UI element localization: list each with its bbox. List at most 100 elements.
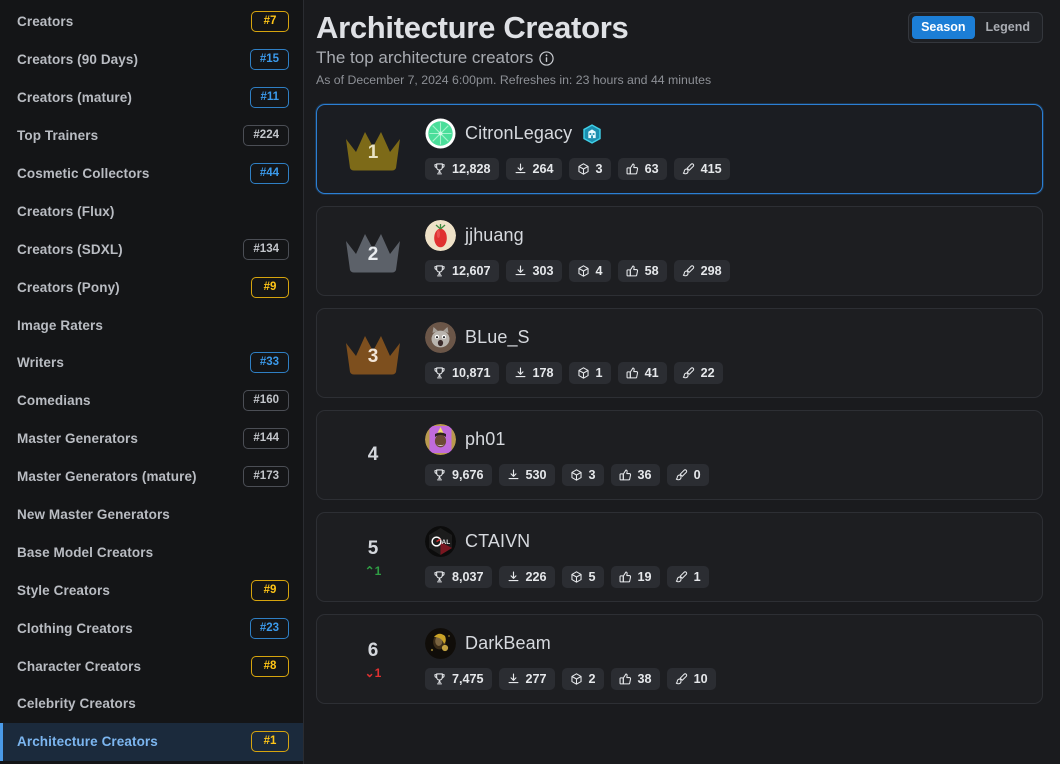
stat-chip-models: 3 <box>561 464 604 486</box>
stat-value: 3 <box>588 468 596 482</box>
rank-number: 6 <box>367 639 379 661</box>
brush-icon <box>682 366 695 380</box>
sidebar-item-writers[interactable]: Writers #33 <box>0 344 303 382</box>
rank-number: 4 <box>367 444 379 465</box>
info-icon[interactable] <box>539 50 554 66</box>
stat-chip-likes: 63 <box>617 158 667 180</box>
leaderboard-row[interactable]: 3 BLue_S 10,871 178 1 41 22 <box>316 308 1043 398</box>
stat-chip-downloads: 178 <box>505 362 562 384</box>
download-icon <box>514 162 527 176</box>
cube-icon <box>570 570 583 584</box>
sidebar-rank-badge: #7 <box>251 11 289 33</box>
sidebar-item-base-model-creators[interactable]: Base Model Creators <box>0 533 303 571</box>
stat-chip-models: 4 <box>568 260 611 282</box>
sidebar-item-label: Creators (90 Days) <box>17 52 139 68</box>
sidebar-item-style-creators[interactable]: Style Creators #9 <box>0 571 303 609</box>
sidebar-item-comedians[interactable]: Comedians #160 <box>0 382 303 420</box>
toggle-season-button[interactable]: Season <box>912 16 975 39</box>
sidebar-item-architecture-creators[interactable]: Architecture Creators #1 <box>0 722 303 761</box>
stat-chip-score: 7,475 <box>425 668 492 690</box>
creator-username[interactable]: ph01 <box>465 429 505 450</box>
avatar[interactable] <box>425 220 456 251</box>
sidebar-item-label: Creators (Flux) <box>17 203 115 219</box>
stat-value: 7,475 <box>452 672 484 686</box>
thumbs-up-icon <box>619 468 632 482</box>
sidebar-item-creators-90-days[interactable]: Creators (90 Days) #15 <box>0 41 303 79</box>
sidebar-item-label: Cosmetic Collectors <box>17 166 150 181</box>
stat-value: 1 <box>693 570 701 584</box>
sidebar-item-creators-mature[interactable]: Creators (mature) #11 <box>0 79 303 117</box>
sidebar-item-label: Celebrity Creators <box>17 696 136 712</box>
stat-value: 22 <box>700 366 715 380</box>
stat-value: 303 <box>532 264 554 278</box>
sidebar-item-master-generators-mature[interactable]: Master Generators (mature) #173 <box>0 458 303 496</box>
leaderboard-row[interactable]: 4 ph01 9,676 530 3 36 0 <box>316 410 1043 500</box>
avatar[interactable] <box>425 118 456 149</box>
creator-username[interactable]: CTAIVN <box>465 531 530 552</box>
stat-chip-group: 12,828 264 3 63 415 <box>425 158 1028 180</box>
sidebar-rank-badge: #44 <box>249 163 289 184</box>
leaderboard-row[interactable]: 5 ⌃1 AL CTAIVN 8,037 226 5 19 1 <box>316 512 1043 602</box>
stat-chip-models: 3 <box>568 158 611 180</box>
season-legend-toggle[interactable]: Season Legend <box>908 12 1043 43</box>
brush-icon <box>675 468 688 482</box>
rank-column: 3 <box>325 329 421 377</box>
leaderboard-row[interactable]: 6 ⌄1 DarkBeam 7,475 277 2 38 10 <box>316 614 1043 704</box>
sidebar-item-label: Clothing Creators <box>17 620 133 636</box>
stat-value: 41 <box>644 366 659 380</box>
stat-value: 2 <box>588 672 596 686</box>
download-icon <box>507 570 520 584</box>
stat-value: 63 <box>644 162 659 176</box>
thumbs-up-icon <box>626 162 639 176</box>
sidebar-item-clothing-creators[interactable]: Clothing Creators #23 <box>0 609 303 647</box>
stat-value: 9,676 <box>452 468 484 482</box>
creator-name-row: BLue_S <box>425 322 1028 353</box>
avatar[interactable] <box>425 424 456 455</box>
avatar[interactable]: AL <box>425 526 456 557</box>
leaderboard-row[interactable]: 2 jjhuang 12,607 303 4 58 298 <box>316 206 1043 296</box>
stat-chip-images: 22 <box>673 362 723 384</box>
creator-name-row: AL CTAIVN <box>425 526 1028 557</box>
rank-number: 1 <box>367 142 379 163</box>
sidebar-item-creators[interactable]: Creators #7 <box>0 3 303 41</box>
sidebar-item-creators-flux[interactable]: Creators (Flux) <box>0 192 303 230</box>
trophy-icon <box>433 468 446 482</box>
crown-icon: 3 <box>342 329 404 377</box>
creator-info: AL CTAIVN 8,037 226 5 19 1 <box>421 526 1028 588</box>
sidebar-item-character-creators[interactable]: Character Creators #8 <box>0 647 303 685</box>
stat-value: 298 <box>700 264 722 278</box>
rank-column: 5 ⌃1 <box>325 538 421 577</box>
crown-icon: 2 <box>342 227 404 275</box>
download-icon <box>507 468 520 482</box>
sidebar-item-cosmetic-collectors[interactable]: Cosmetic Collectors #44 <box>0 155 303 193</box>
sidebar-item-master-generators[interactable]: Master Generators #144 <box>0 420 303 458</box>
creator-username[interactable]: DarkBeam <box>465 633 551 654</box>
creator-name-row: jjhuang <box>425 220 1028 251</box>
sidebar-item-celebrity-creators[interactable]: Celebrity Creators <box>0 685 303 723</box>
avatar[interactable] <box>425 322 456 353</box>
creator-username[interactable]: BLue_S <box>465 327 530 348</box>
stat-chip-images: 1 <box>666 566 709 588</box>
stat-value: 36 <box>637 468 652 482</box>
stat-chip-score: 12,828 <box>425 158 499 180</box>
sidebar-rank-badge: #173 <box>243 466 289 488</box>
leaderboard-row[interactable]: 1 CitronLegacy 12,828 264 3 63 415 <box>316 104 1043 194</box>
sidebar-item-creators-sdxl[interactable]: Creators (SDXL) #134 <box>0 230 303 268</box>
stat-value: 3 <box>595 162 603 176</box>
creator-username[interactable]: CitronLegacy <box>465 123 572 144</box>
sidebar-item-new-master-generators[interactable]: New Master Generators <box>0 496 303 534</box>
sidebar-item-image-raters[interactable]: Image Raters <box>0 306 303 344</box>
avatar[interactable] <box>425 628 456 659</box>
sidebar-item-creators-pony[interactable]: Creators (Pony) #9 <box>0 268 303 306</box>
brush-icon <box>682 264 695 278</box>
creator-username[interactable]: jjhuang <box>465 225 524 246</box>
stat-chip-group: 10,871 178 1 41 22 <box>425 362 1028 384</box>
toggle-legend-button[interactable]: Legend <box>977 16 1039 39</box>
sidebar-item-label: New Master Generators <box>17 507 170 523</box>
stat-chip-score: 8,037 <box>425 566 492 588</box>
sidebar-item-top-trainers[interactable]: Top Trainers #224 <box>0 117 303 155</box>
creator-info: CitronLegacy 12,828 264 3 63 415 <box>421 118 1028 180</box>
rank-number: 2 <box>367 244 379 265</box>
sidebar-rank-badge: #23 <box>249 617 289 639</box>
leaderboard-sidebar[interactable]: Creators #7 Creators (90 Days) #15 Creators … <box>0 0 304 764</box>
